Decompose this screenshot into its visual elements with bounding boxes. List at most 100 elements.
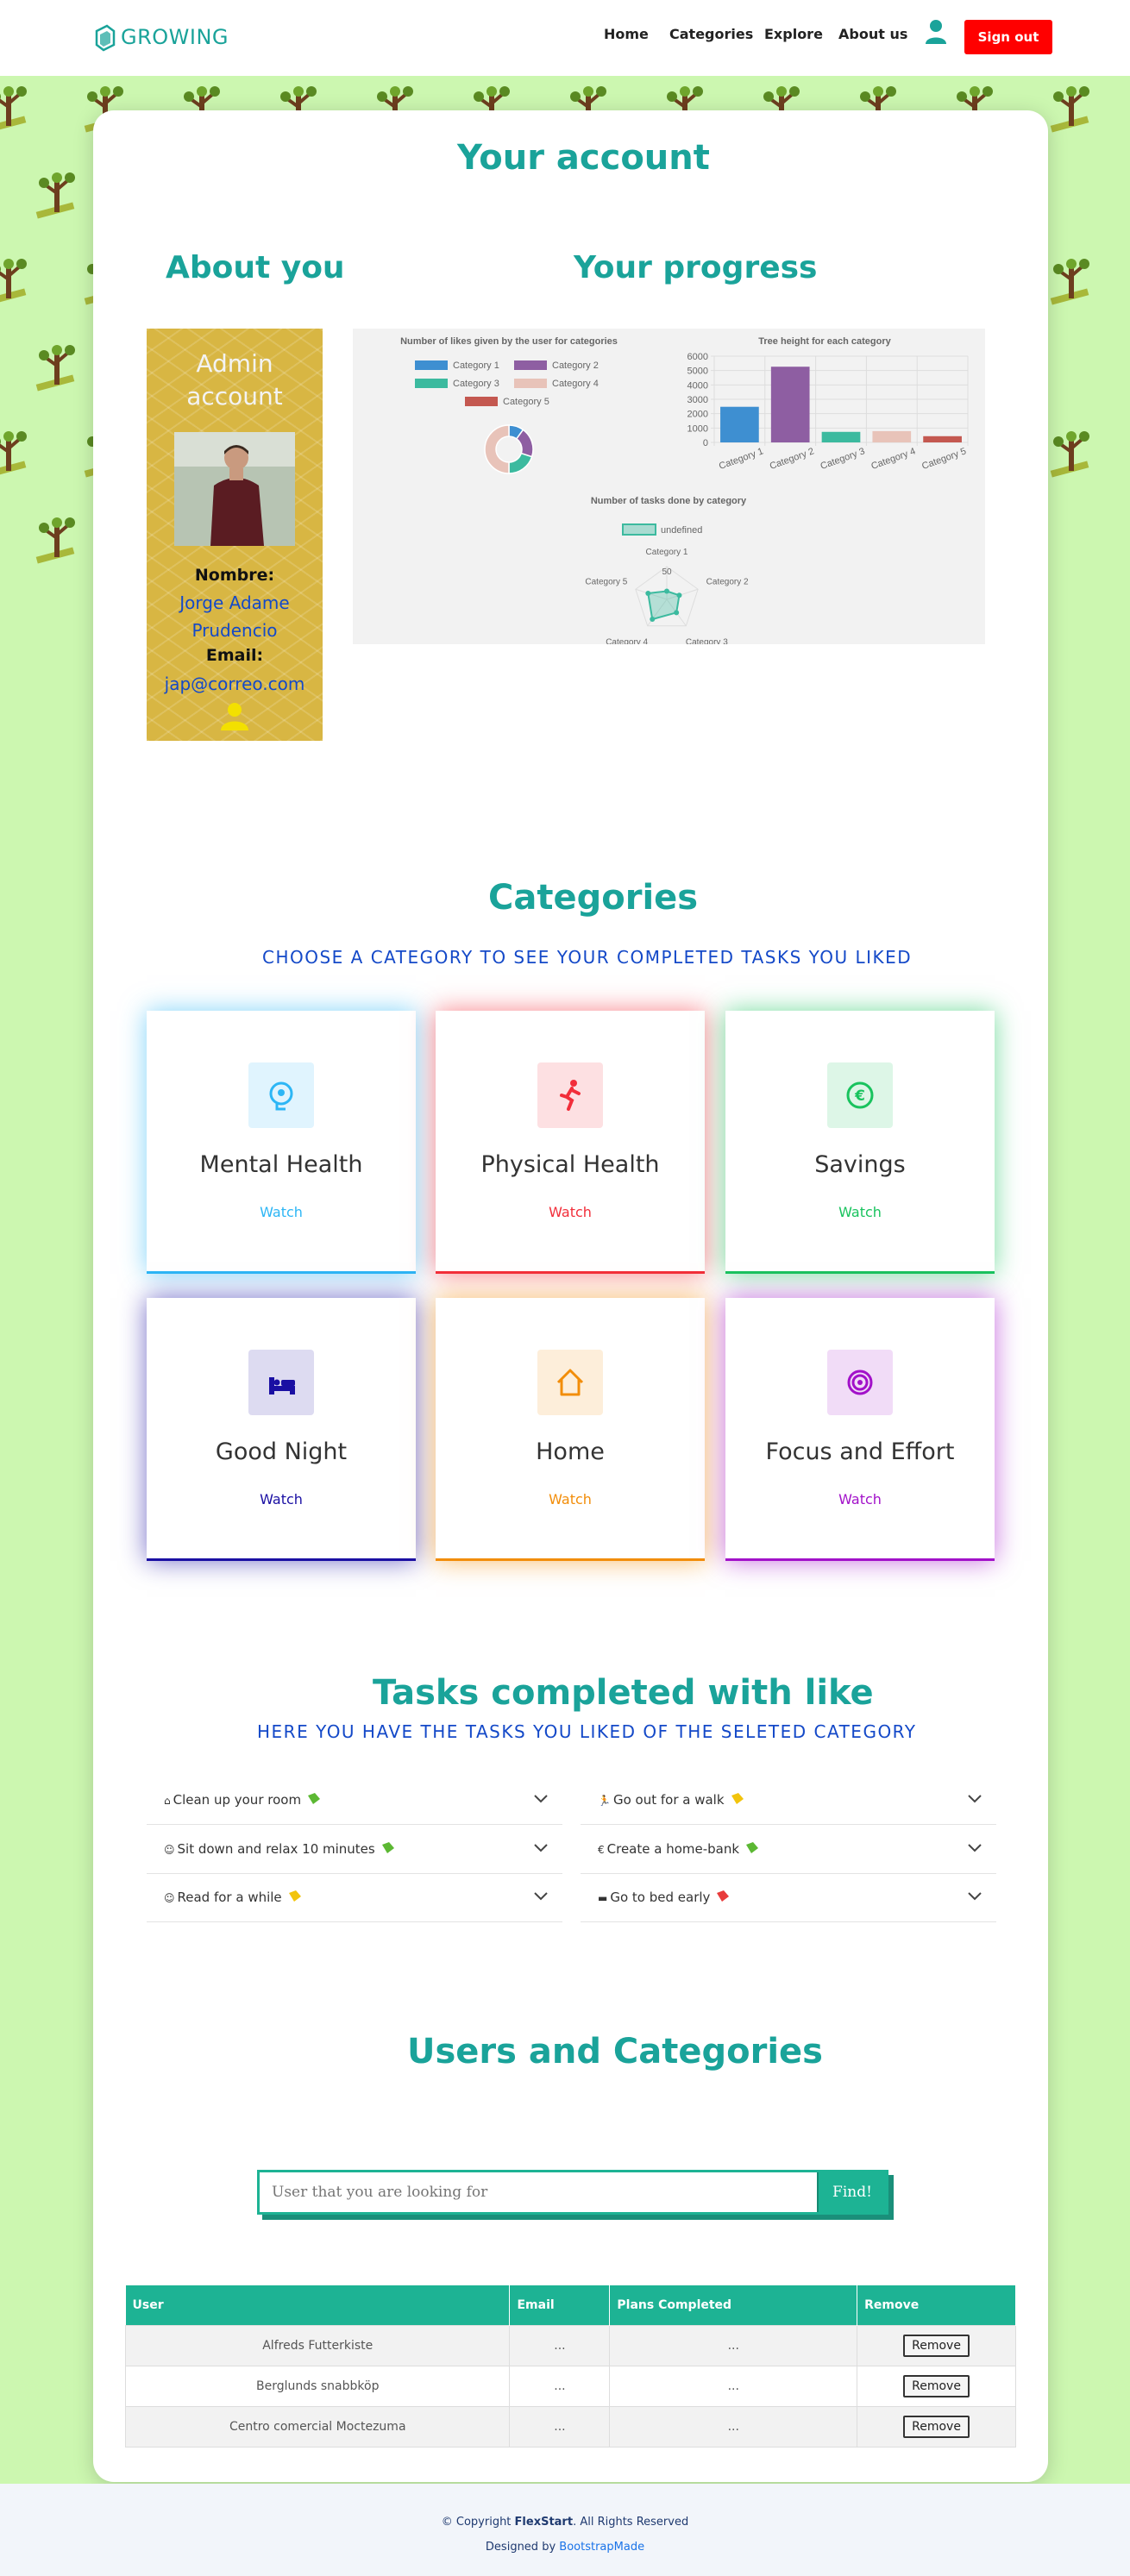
- running-icon: 🏃: [598, 1795, 611, 1807]
- nav-home[interactable]: Home: [604, 26, 649, 42]
- bed-icon: ▬: [598, 1892, 608, 1904]
- task-item[interactable]: 🏃 Go out for a walk: [581, 1777, 996, 1825]
- category-card-good-night[interactable]: Good Night Watch: [147, 1298, 416, 1561]
- nav-explore[interactable]: Explore: [764, 26, 823, 42]
- euro-icon: €: [827, 1062, 893, 1128]
- tasks-title: Tasks completed with like: [373, 1673, 874, 1713]
- person-photo-icon: [174, 432, 295, 546]
- table-row: Alfreds Futterkiste...... Remove: [124, 2324, 1016, 2366]
- user-search: Find!: [257, 2170, 888, 2215]
- brain-icon: ☺: [164, 1892, 175, 1904]
- x-tick-label: Category 4: [869, 446, 917, 472]
- user-search-input[interactable]: [260, 2172, 815, 2212]
- task-label: € Create a home-bank: [598, 1841, 760, 1857]
- watch-link[interactable]: Watch: [147, 1491, 416, 1507]
- category-card-home[interactable]: Home Watch: [436, 1298, 705, 1561]
- radar-axis-label: Category 4: [606, 638, 648, 644]
- legend-swatch: [514, 360, 547, 370]
- category-card-mental-health[interactable]: Mental Health Watch: [147, 1011, 416, 1274]
- designer-link[interactable]: BootstrapMade: [559, 2541, 644, 2554]
- task-label: 🏃 Go out for a walk: [598, 1792, 745, 1808]
- email-value: jap@correo.com: [164, 674, 305, 694]
- euro-icon: €: [598, 1844, 605, 1856]
- x-tick-label: Category 5: [920, 446, 968, 472]
- name-line2: Prudencio: [191, 620, 278, 641]
- task-label: ☺ Sit down and relax 10 minutes: [164, 1841, 396, 1857]
- users-table: User Email Plans Completed Remove Alfred…: [124, 2285, 1016, 2448]
- donut-slice: [484, 424, 510, 474]
- legend-swatch: [514, 379, 547, 388]
- nav-categories[interactable]: Categories: [669, 26, 753, 42]
- table-header-row: User Email Plans Completed Remove: [125, 2285, 1016, 2325]
- tree-icon: [1045, 250, 1097, 310]
- y-tick-label: 1000: [687, 423, 708, 434]
- remove-button[interactable]: Remove: [903, 2334, 970, 2357]
- category-title: Good Night: [215, 1438, 348, 1465]
- bar: [872, 430, 912, 442]
- radar-series: [647, 590, 681, 621]
- credits: Designed by BootstrapMade: [0, 2541, 1130, 2554]
- cell-email: ...: [509, 2365, 611, 2407]
- radar-axis-label: Category 2: [706, 577, 749, 586]
- chevron-down-icon[interactable]: [533, 1794, 549, 1804]
- watch-link[interactable]: Watch: [725, 1491, 995, 1507]
- watch-link[interactable]: Watch: [436, 1491, 705, 1507]
- tree-icon: [0, 250, 35, 310]
- name-line1: Jorge Adame: [179, 592, 290, 613]
- legend-swatch: [415, 360, 448, 370]
- category-card-savings[interactable]: € Savings Watch: [725, 1011, 995, 1274]
- brain-icon: [248, 1062, 314, 1128]
- column-remove: Remove: [857, 2285, 1016, 2325]
- chevron-down-icon[interactable]: [533, 1843, 549, 1853]
- radar-tick-label: 50: [662, 567, 672, 577]
- svg-text:€: €: [854, 1087, 865, 1105]
- category-title: Mental Health: [199, 1151, 363, 1178]
- task-item[interactable]: ⌂ Clean up your room: [147, 1777, 562, 1825]
- radar-axis-label: Category 3: [686, 638, 728, 644]
- task-item[interactable]: ☺ Read for a while: [147, 1874, 562, 1922]
- chevron-down-icon[interactable]: [967, 1843, 982, 1853]
- task-item[interactable]: ☺ Sit down and relax 10 minutes: [147, 1826, 562, 1874]
- bar: [821, 431, 861, 442]
- watch-link[interactable]: Watch: [725, 1204, 995, 1220]
- watch-link[interactable]: Watch: [436, 1204, 705, 1220]
- chevron-down-icon[interactable]: [533, 1891, 549, 1902]
- user-icon[interactable]: [925, 19, 947, 45]
- user-badge-icon: [221, 703, 248, 730]
- find-button[interactable]: Find!: [817, 2172, 886, 2212]
- remove-button[interactable]: Remove: [903, 2415, 970, 2438]
- radar-point: [674, 610, 680, 616]
- y-tick-label: 5000: [687, 367, 708, 377]
- house-icon: [537, 1350, 603, 1415]
- task-item[interactable]: € Create a home-bank: [581, 1826, 996, 1874]
- sign-out-button[interactable]: Sign out: [964, 20, 1052, 54]
- legend-label: Category 3: [453, 379, 499, 389]
- profile-title-line2: account: [186, 382, 283, 411]
- legend-label: undefined: [661, 525, 702, 536]
- chevron-down-icon[interactable]: [967, 1891, 982, 1902]
- remove-button[interactable]: Remove: [903, 2374, 970, 2397]
- flag-icon: [746, 1842, 759, 1853]
- categories-subtitle: CHOOSE A CATEGORY TO SEE YOUR COMPLETED …: [262, 947, 913, 968]
- category-card-focus-and-effort[interactable]: Focus and Effort Watch: [725, 1298, 995, 1561]
- legend-swatch: [622, 523, 656, 536]
- watch-link[interactable]: Watch: [147, 1204, 416, 1220]
- y-tick-label: 4000: [687, 380, 708, 391]
- task-label: ☺ Read for a while: [164, 1890, 303, 1905]
- logo-icon: [95, 24, 116, 52]
- category-title: Home: [536, 1438, 605, 1465]
- logo[interactable]: GROWING: [93, 22, 229, 52]
- users-title: Users and Categories: [407, 2032, 823, 2071]
- category-card-physical-health[interactable]: Physical Health Watch: [436, 1011, 705, 1274]
- task-item[interactable]: ▬ Go to bed early: [581, 1874, 996, 1922]
- task-label: ▬ Go to bed early: [598, 1890, 731, 1905]
- chevron-down-icon[interactable]: [967, 1794, 982, 1804]
- designed-prefix: Designed by: [485, 2541, 560, 2554]
- nav-about-us[interactable]: About us: [838, 26, 907, 42]
- category-title: Physical Health: [480, 1151, 660, 1178]
- task-text: Go out for a walk: [612, 1792, 725, 1808]
- y-tick-label: 3000: [687, 395, 708, 405]
- legend-label: Category 2: [552, 360, 599, 371]
- profile-card: Admin account Nombre: Jorge Adame Pruden…: [147, 329, 323, 741]
- radar-chart-title: Number of tasks done by category: [591, 496, 747, 506]
